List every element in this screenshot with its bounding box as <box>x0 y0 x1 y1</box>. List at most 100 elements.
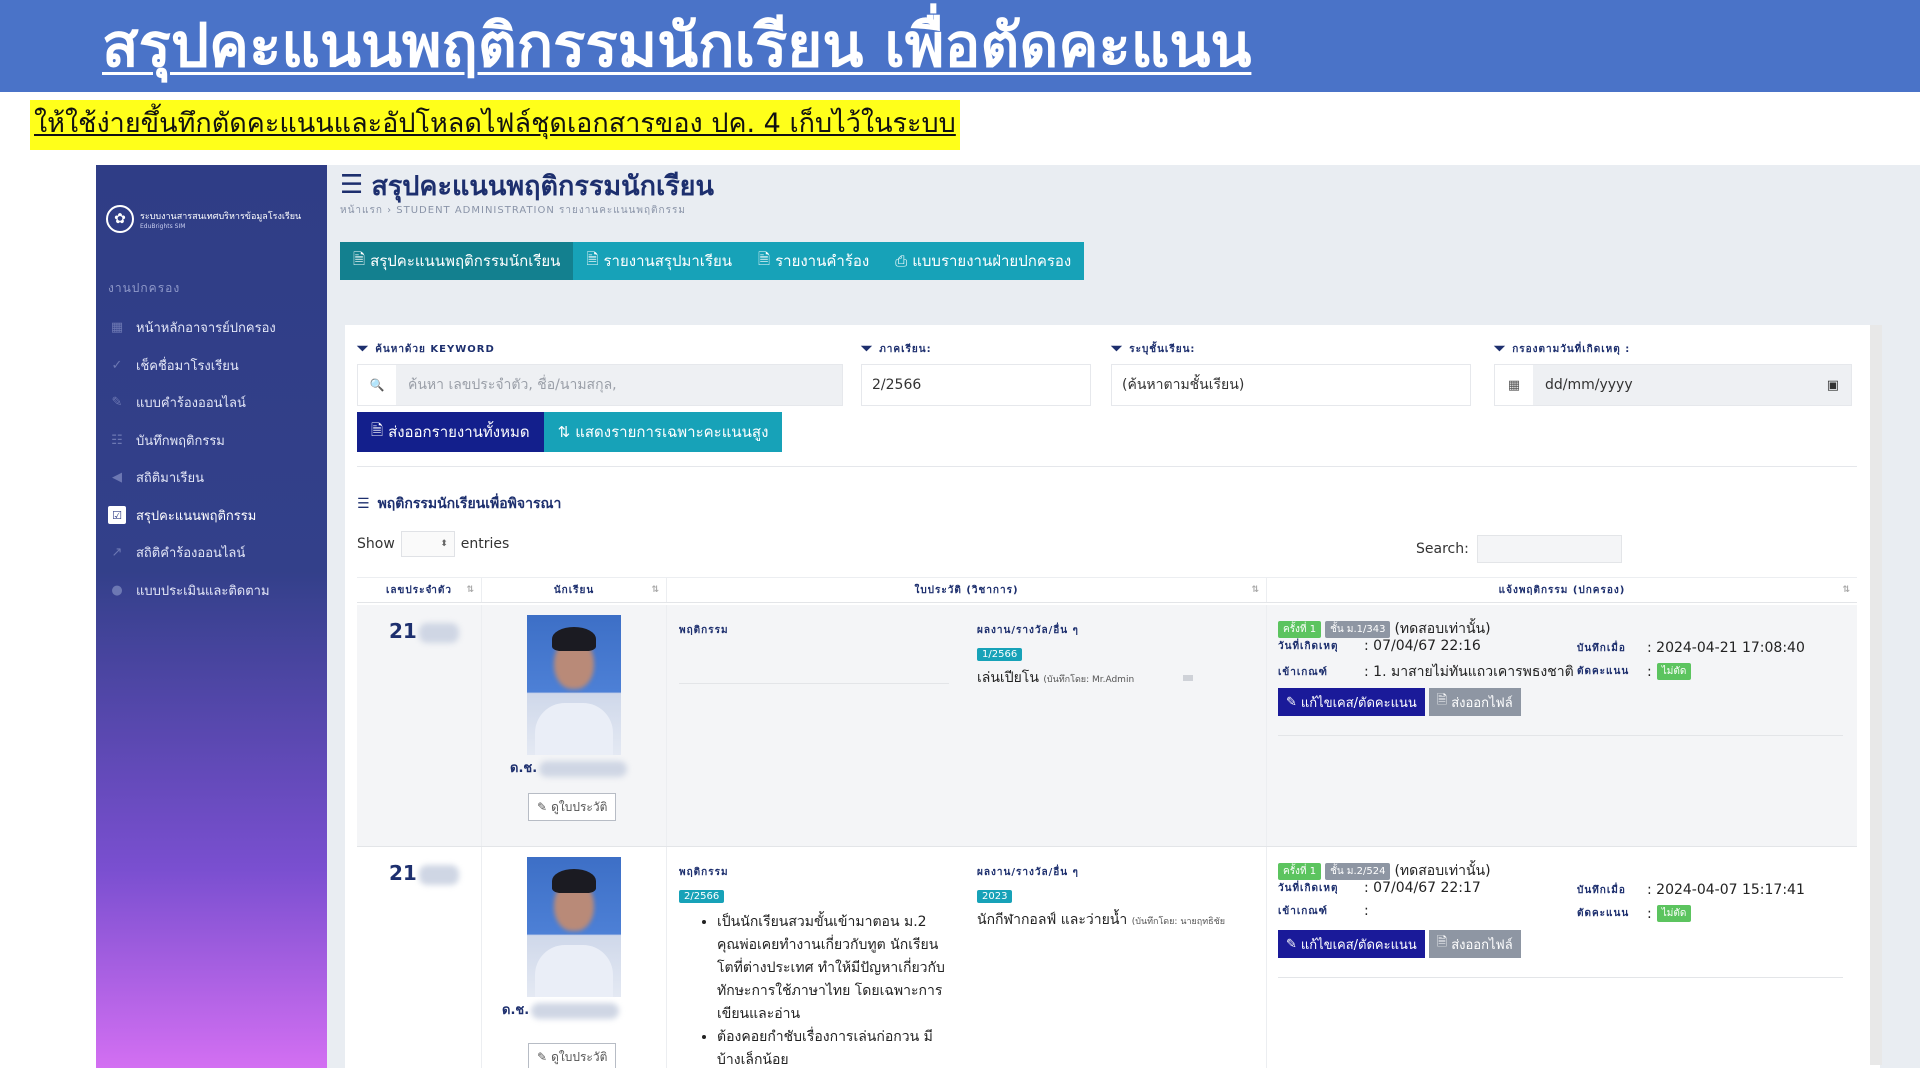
col-behavior-report[interactable]: แจ้งพฤติกรรม (ปกครอง) ⇅ <box>1267 578 1857 602</box>
sidebar-item-attendance-stats[interactable]: ◀ สถิติมาเรียน <box>108 459 318 497</box>
edit-icon: ✎ <box>1286 936 1297 952</box>
export-all-button[interactable]: 🗎 ส่งออกรายงานทั้งหมด <box>357 412 544 452</box>
behavior-notes: เป็นนักเรียนสวมขั้นเข้ามาตอน ม.2 คุณพ่อเ… <box>679 911 949 1068</box>
view-history-button[interactable]: ✎ ดูใบประวัติ <box>528 793 617 821</box>
tab-discipline-report[interactable]: ⎙ แบบรายงานฝ่ายปกครอง <box>882 242 1084 280</box>
edit-case-button[interactable]: ✎ แก้ไขเคส/ตัดคะแนน <box>1278 930 1425 958</box>
tab-label: รายงานคำร้อง <box>775 252 870 270</box>
divider <box>357 466 1857 467</box>
sort-icon: ⇅ <box>1842 585 1851 595</box>
brand-name: ระบบงานสารสนเทศบริหารข้อมูลโรงเรียน <box>140 211 302 222</box>
deduct-badge: ไม่ตัด <box>1656 905 1692 922</box>
vertical-scrollbar[interactable] <box>1870 325 1882 1065</box>
section-title: ☰ พฤติกรรมนักเรียนเพื่อพิจารณา <box>357 493 561 515</box>
deduct-status: ตัดคะแนน : ไม่ตัด <box>1577 663 1692 680</box>
tab-attendance-report[interactable]: 🗎 รายงานสรุปมาเรียน <box>573 242 745 280</box>
tab-bar: 🗎 สรุปคะแนนพฤติกรรมนักเรียน 🗎 รายงานสรุป… <box>340 242 1085 280</box>
sidebar-item-label: แบบประเมินและติดตาม <box>136 583 270 599</box>
col-student[interactable]: นักเรียน ⇅ <box>482 578 667 602</box>
keyword-search-input[interactable] <box>396 365 842 405</box>
page-title-text: สรุปคะแนนพฤติกรรมนักเรียน <box>371 170 714 202</box>
show-high-score-button[interactable]: ⇅ แสดงรายการเฉพาะคะแนนสูง <box>543 412 783 452</box>
sidebar-item-behavior-summary[interactable]: ☑ สรุปคะแนนพฤติกรรม <box>108 497 318 535</box>
export-file-button[interactable]: 🗎 ส่งออกไฟล์ <box>1428 930 1521 958</box>
list-item: เป็นนักเรียนสวมขั้นเข้ามาตอน ม.2 คุณพ่อเ… <box>717 911 949 1026</box>
col-student-id[interactable]: เลขประจำตัว ⇅ <box>357 578 482 602</box>
redacted-name <box>539 760 628 777</box>
sidebar-item-label: แบบคำร้องออนไลน์ <box>136 396 246 412</box>
sidebar-item-attendance-check[interactable]: ✓ เช็คชื่อมาโรงเรียน <box>108 347 318 385</box>
show-label: Show <box>357 536 395 552</box>
filter-term-label: ภาคเรียน: <box>879 343 932 355</box>
export-file-button[interactable]: 🗎 ส่งออกไฟล์ <box>1428 688 1521 716</box>
brand[interactable]: ✿ ระบบงานสารสนเทศบริหารข้อมูลโรงเรียน Ed… <box>106 205 301 233</box>
tab-behavior-summary[interactable]: 🗎 สรุปคะแนนพฤติกรรมนักเรียน <box>340 242 574 280</box>
class-select[interactable]: (ค้นหาตามชั้นเรียน) <box>1111 364 1471 406</box>
sidebar-item-dashboard[interactable]: ▦ หน้าหลักอาจารย์ปกครอง <box>108 309 318 347</box>
keyword-search-group: 🔍 <box>357 364 843 406</box>
document-icon: 🗎 <box>371 420 384 439</box>
filter-icon: ⏷ <box>1111 341 1124 357</box>
student-name: ด.ช. <box>510 757 628 778</box>
behavior-term-badge: 2/2566 <box>679 890 725 903</box>
date-input-value: dd/mm/yyyy <box>1545 377 1633 393</box>
award-term-badge: 2023 <box>977 890 1013 903</box>
divider <box>1278 977 1843 978</box>
count-badge: ครั้งที่ 1 <box>1278 862 1322 880</box>
table-row: 21 ด.ช. ✎ ดูใบประวัติ พฤติก <box>357 605 1857 847</box>
tab-request-report[interactable]: 🗎 รายงานคำร้อง <box>745 242 882 280</box>
view-history-button[interactable]: ✎ ดูใบประวัติ <box>528 1043 617 1068</box>
filter-date: ⏷ กรองตามวันที่เกิดเหตุ : <box>1494 341 1630 357</box>
divider <box>1278 735 1843 736</box>
document-icon: 🗎 <box>586 249 599 268</box>
table-search: Search: <box>1416 535 1622 563</box>
student-id: 21 <box>389 861 459 885</box>
filter-class: ⏷ ระบุชั้นเรียน: <box>1111 341 1195 357</box>
award-label: ผลงาน/รางวัล/อื่น ๆ <box>977 867 1079 878</box>
filter-icon: ⏷ <box>357 341 370 357</box>
print-icon: ⎙ <box>895 252 908 270</box>
redacted-id <box>418 622 459 643</box>
check-icon: ✓ <box>111 357 123 373</box>
sidebar-item-online-request[interactable]: ✎ แบบคำร้องออนไลน์ <box>108 384 318 422</box>
table-search-input[interactable] <box>1476 535 1622 563</box>
edit-case-button[interactable]: ✎ แก้ไขเคส/ตัดคะแนน <box>1278 688 1425 716</box>
tab-label: สรุปคะแนนพฤติกรรมนักเรียน <box>370 252 561 270</box>
report-note: (ทดสอบเท่านั้น) <box>1394 621 1491 637</box>
table-row: 21 ด.ช. ✎ ดูใบประวัติ พฤติก <box>357 847 1857 1068</box>
class-badge: ชั้น ม.1/343 <box>1325 620 1391 638</box>
title-banner: สรุปคะแนนพฤติกรรมนักเรียน เพื่อตัดคะแนน <box>0 0 1920 92</box>
document-icon: 🗎 <box>758 249 771 268</box>
award-recorded-by: (บันทึกโดย: Mr.Admin <box>1043 675 1135 685</box>
chart-icon: ↗ <box>111 545 123 561</box>
breadcrumb[interactable]: หน้าแรก › STUDENT ADMINISTRATION รายงานค… <box>340 203 686 218</box>
document-icon: 🗎 <box>1436 693 1448 708</box>
date-input[interactable]: dd/mm/yyyy ▣ <box>1533 365 1851 405</box>
export-all-label: ส่งออกรายงานทั้งหมด <box>388 423 530 441</box>
sidebar-item-request-stats[interactable]: ↗ สถิติคำร้องออนไลน์ <box>108 534 318 572</box>
shield-icon: ● <box>111 582 123 598</box>
sidebar-item-label: บันทึกพฤติกรรม <box>136 433 225 449</box>
sidebar-item-assessment[interactable]: ● แบบประเมินและติดตาม <box>108 572 318 610</box>
col-academic-history[interactable]: ใบประวัติ (วิชาการ) ⇅ <box>667 578 1267 602</box>
redacted-name <box>531 1002 620 1019</box>
sidebar-item-behavior-record[interactable]: ☷ บันทึกพฤติกรรม <box>108 422 318 460</box>
sidebar-item-label: สรุปคะแนนพฤติกรรม <box>136 508 257 524</box>
show-high-score-label: แสดงรายการเฉพาะคะแนนสูง <box>575 423 769 441</box>
behavior-info: พฤติกรรม <box>679 623 949 638</box>
behavior-label: พฤติกรรม <box>679 867 729 878</box>
filter-date-label: กรองตามวันที่เกิดเหตุ : <box>1512 343 1631 355</box>
date-filter-group: ▦ dd/mm/yyyy ▣ <box>1494 364 1852 406</box>
edit-icon: ✎ <box>537 1050 548 1064</box>
banner-subtitle: ให้ใช้ง่ายขึ้นทึกตัดคะแนนและอัปโหลดไฟล์ช… <box>30 100 960 150</box>
report-note: (ทดสอบเท่านั้น) <box>1394 863 1491 879</box>
sidebar-menu: ▦ หน้าหลักอาจารย์ปกครอง ✓ เช็คชื่อมาโรงเ… <box>108 309 318 609</box>
date-picker-icon[interactable]: ▣ <box>1827 378 1839 393</box>
entries-select[interactable]: ⬍ <box>400 531 455 557</box>
incident-date: วันที่เกิดเหตุ : 07/04/67 22:16 <box>1278 638 1481 654</box>
recorded-at: บันทึกเมื่อ : 2024-04-21 17:08:40 <box>1577 640 1805 656</box>
sort-icon: ⇅ <box>466 585 475 595</box>
term-select[interactable]: 2/2566 <box>861 364 1091 406</box>
search-icon: 🔍 <box>369 378 385 392</box>
award-label: ผลงาน/รางวัล/อื่น ๆ <box>977 625 1079 636</box>
